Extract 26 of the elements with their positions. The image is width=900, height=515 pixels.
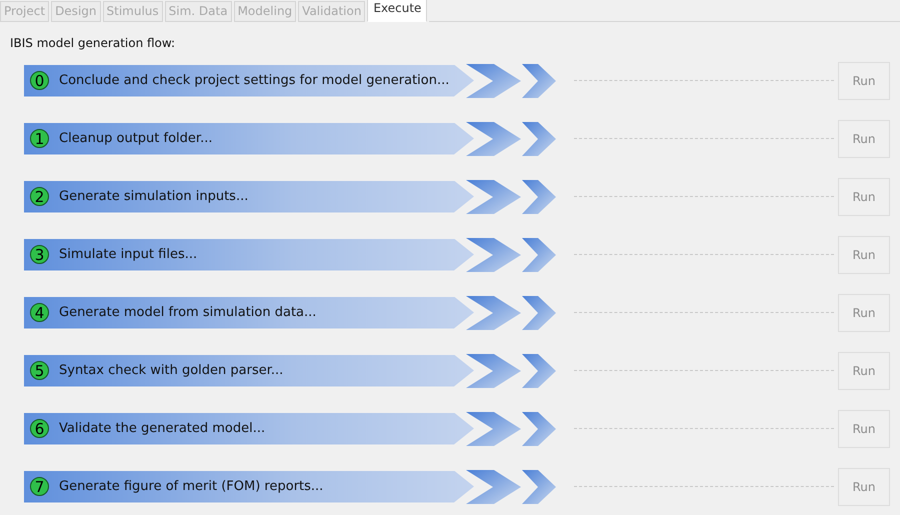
chevron-icon (466, 470, 556, 504)
step-label: Simulate input files... (59, 247, 198, 262)
chevron-icon (466, 238, 556, 272)
step-number: 2 (30, 187, 49, 206)
step-label: Generate figure of merit (FOM) reports... (59, 479, 324, 494)
step-number: 0 (30, 71, 49, 90)
step-label: Generate simulation inputs... (59, 189, 248, 204)
step-number: 1 (30, 129, 49, 148)
chevron-icon (466, 64, 556, 98)
step-number: 6 (30, 419, 49, 438)
step-number: 3 (30, 245, 49, 264)
step-label: Validate the generated model... (59, 421, 266, 436)
step-label: Cleanup output folder... (59, 131, 212, 146)
chevron-icon (466, 412, 556, 446)
step-label: Generate model from simulation data... (59, 305, 316, 320)
chevron-icon (466, 122, 556, 156)
step-number: 5 (30, 361, 49, 380)
chevron-icon (466, 354, 556, 388)
step-label: Syntax check with golden parser... (59, 363, 284, 378)
step-label: Conclude and check project settings for model generation... (59, 73, 450, 88)
chevron-icon (466, 296, 556, 330)
step-number: 7 (30, 477, 49, 496)
chevron-icon (466, 180, 556, 214)
tab[interactable]: Execute (367, 0, 428, 22)
step-number: 4 (30, 303, 49, 322)
flow-heading: IBIS model generation flow: (10, 36, 176, 50)
